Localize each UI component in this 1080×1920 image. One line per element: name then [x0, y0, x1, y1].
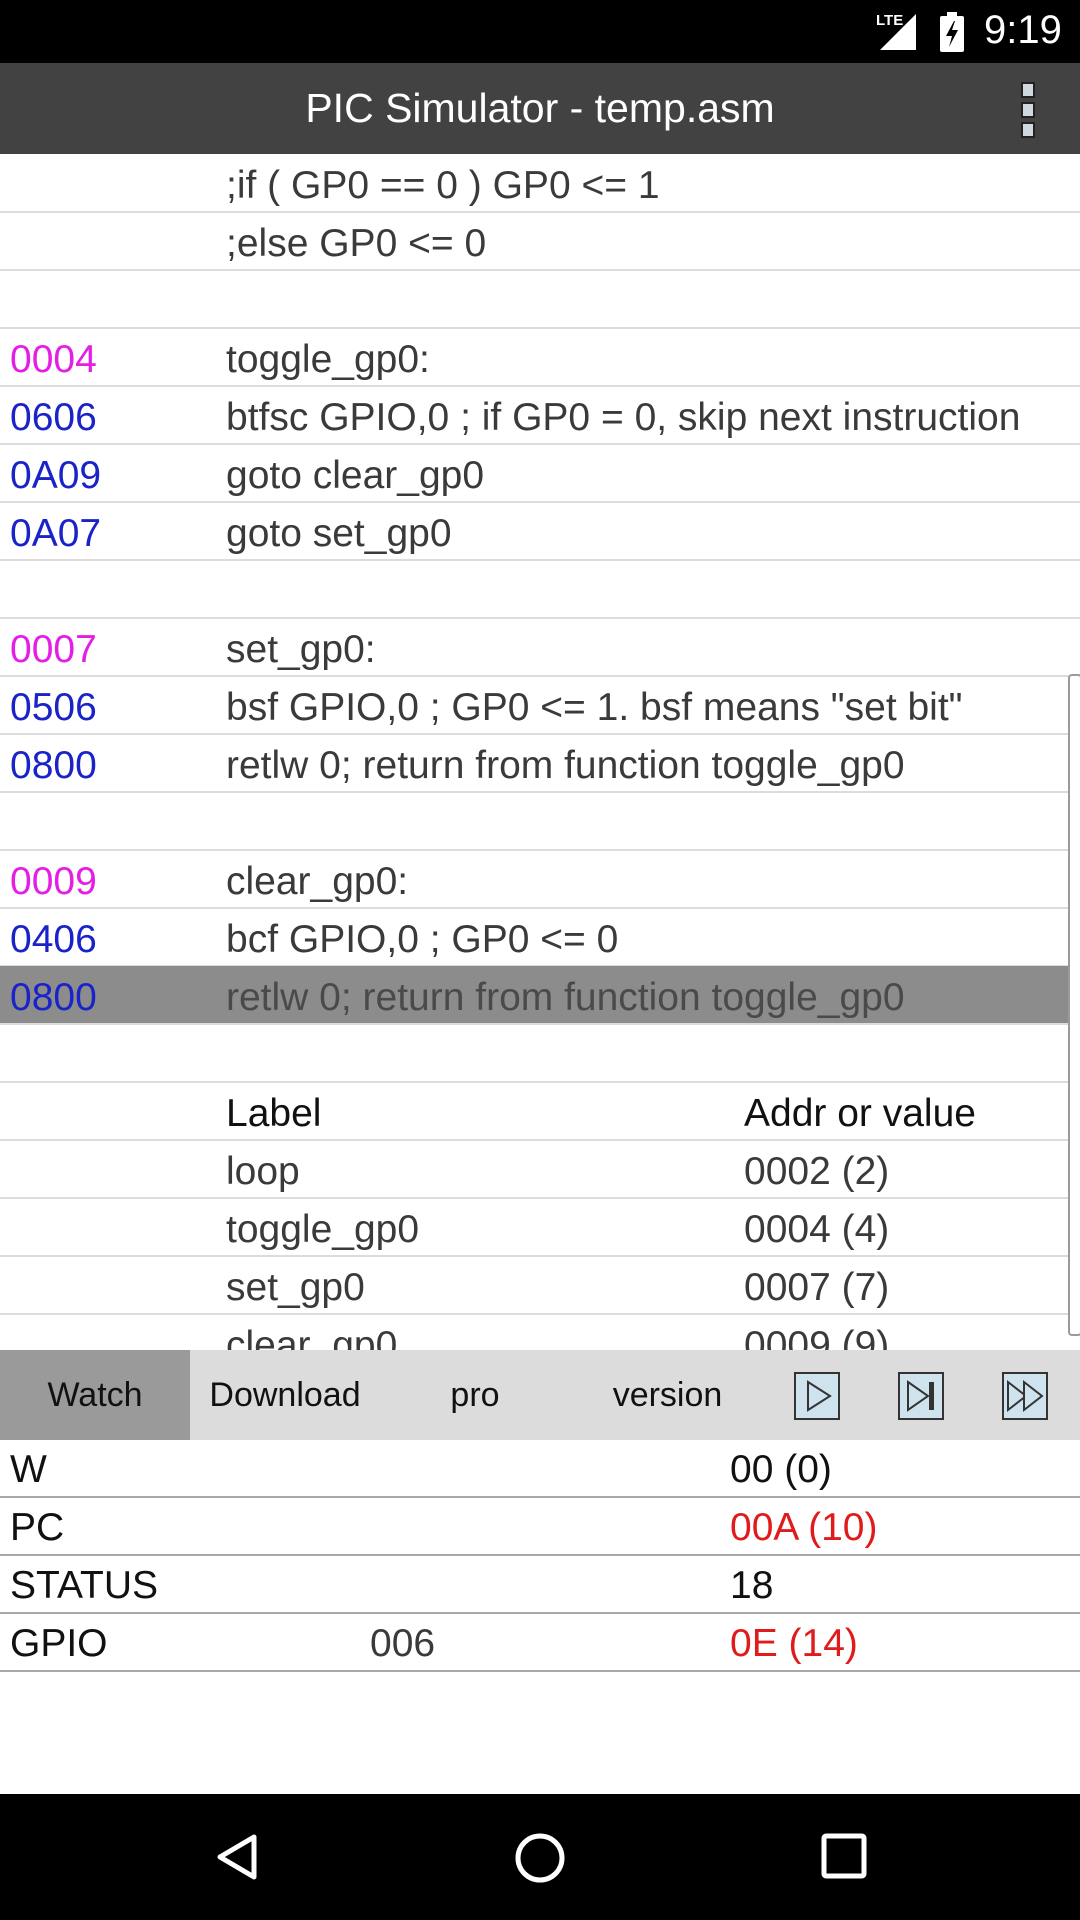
list-item[interactable]: 0A07 goto set_gp0 [0, 502, 1080, 561]
source-line: btfsc GPIO,0 ; if GP0 = 0, skip next ins… [226, 396, 1021, 439]
tab-download[interactable]: Download [190, 1350, 380, 1440]
symbol-value: 0002 (2) [744, 1150, 890, 1193]
watch-row-pc[interactable]: PC 00A (10) [0, 1498, 1080, 1556]
source-line: toggle_gp0: [226, 338, 430, 381]
address: 0A09 [10, 454, 102, 497]
source-line: bsf GPIO,0 ; GP0 <= 1. bsf means "set bi… [226, 686, 963, 729]
source-line: ;else GP0 <= 0 [226, 222, 487, 265]
table-row[interactable]: toggle_gp0 0004 (4) [0, 1198, 1080, 1257]
back-icon[interactable] [212, 1832, 262, 1882]
symbol-value: 0009 (9) [744, 1324, 890, 1350]
toolbar: Watch Download pro version [0, 1350, 1080, 1440]
list-item[interactable]: 0004 toggle_gp0: [0, 328, 1080, 387]
tab-version[interactable]: version [570, 1350, 765, 1440]
status-bar: LTE 9:19 [0, 0, 1080, 63]
fast-forward-icon[interactable] [1002, 1372, 1048, 1420]
address: 0800 [10, 744, 97, 787]
watch-panel: W 00 (0) PC 00A (10) STATUS 18 GPIO 006 … [0, 1440, 1080, 1672]
clock: 9:19 [984, 8, 1062, 52]
list-item[interactable] [0, 792, 1080, 851]
list-item[interactable] [0, 560, 1080, 619]
scrollbar[interactable] [1068, 674, 1080, 1336]
register-value: 00A (10) [730, 1506, 878, 1549]
source-line: retlw 0; return from function toggle_gp0 [226, 744, 905, 787]
address: 0800 [10, 976, 97, 1019]
list-item[interactable]: 0800 retlw 0; return from function toggl… [0, 734, 1080, 793]
source-line: retlw 0; return from function toggle_gp0 [226, 976, 905, 1019]
overflow-menu-icon[interactable] [1012, 81, 1044, 139]
register-name: GPIO [10, 1622, 108, 1665]
source-line: clear_gp0: [226, 860, 409, 903]
home-icon[interactable] [514, 1832, 566, 1884]
watch-row-gpio[interactable]: GPIO 006 0E (14) [0, 1614, 1080, 1672]
step-icon[interactable] [898, 1372, 944, 1420]
address: 0A07 [10, 512, 102, 555]
list-item[interactable] [0, 1024, 1080, 1083]
symbol-value: 0004 (4) [744, 1208, 890, 1251]
source-line: goto clear_gp0 [226, 454, 485, 497]
battery-charging-icon [940, 12, 964, 52]
register-extra: 006 [370, 1622, 436, 1665]
symbol-label: set_gp0 [226, 1266, 365, 1309]
table-row[interactable]: set_gp0 0007 (7) [0, 1256, 1080, 1315]
address: 0406 [10, 918, 97, 961]
list-item[interactable]: ;if ( GP0 == 0 ) GP0 <= 1 [0, 154, 1080, 213]
register-name: STATUS [10, 1564, 159, 1607]
column-header-value: Addr or value [744, 1092, 976, 1135]
source-line: ;if ( GP0 == 0 ) GP0 <= 1 [226, 164, 660, 207]
symbol-table-header: Label Addr or value [0, 1082, 1080, 1141]
watch-row-w[interactable]: W 00 (0) [0, 1440, 1080, 1498]
code-listing[interactable]: ;if ( GP0 == 0 ) GP0 <= 1 ;else GP0 <= 0… [0, 154, 1080, 1350]
recents-icon[interactable] [820, 1832, 868, 1880]
list-item[interactable]: 0009 clear_gp0: [0, 850, 1080, 909]
column-header-label: Label [226, 1092, 322, 1135]
address: 0004 [10, 338, 97, 381]
list-item[interactable]: ;else GP0 <= 0 [0, 212, 1080, 271]
address: 0009 [10, 860, 97, 903]
register-value: 00 (0) [730, 1448, 832, 1491]
tab-watch[interactable]: Watch [0, 1350, 190, 1440]
current-instruction-row[interactable]: 0800 retlw 0; return from function toggl… [0, 966, 1080, 1025]
table-row[interactable]: clear_gp0 0009 (9) [0, 1314, 1080, 1350]
watch-row-status[interactable]: STATUS 18 [0, 1556, 1080, 1614]
register-value: 18 [730, 1564, 774, 1607]
app-bar: PIC Simulator - temp.asm [0, 63, 1080, 154]
navigation-bar [0, 1794, 1080, 1920]
symbol-value: 0007 (7) [744, 1266, 890, 1309]
play-icon[interactable] [794, 1372, 840, 1420]
source-line: set_gp0: [226, 628, 376, 671]
symbol-label: clear_gp0 [226, 1324, 398, 1350]
list-item[interactable]: 0606 btfsc GPIO,0 ; if GP0 = 0, skip nex… [0, 386, 1080, 445]
source-line: goto set_gp0 [226, 512, 452, 555]
register-name: W [10, 1448, 47, 1491]
register-value: 0E (14) [730, 1622, 858, 1665]
list-item[interactable]: 0506 bsf GPIO,0 ; GP0 <= 1. bsf means "s… [0, 676, 1080, 735]
tab-pro[interactable]: pro [380, 1350, 570, 1440]
source-line: bcf GPIO,0 ; GP0 <= 0 [226, 918, 619, 961]
network-type: LTE [876, 12, 904, 29]
symbol-label: loop [226, 1150, 300, 1193]
register-name: PC [10, 1506, 65, 1549]
table-row[interactable]: loop 0002 (2) [0, 1140, 1080, 1199]
app-title: PIC Simulator - temp.asm [305, 85, 775, 131]
list-item[interactable]: 0406 bcf GPIO,0 ; GP0 <= 0 [0, 908, 1080, 967]
list-item[interactable] [0, 270, 1080, 329]
list-item[interactable]: 0A09 goto clear_gp0 [0, 444, 1080, 503]
address: 0606 [10, 396, 97, 439]
symbol-label: toggle_gp0 [226, 1208, 420, 1251]
address: 0506 [10, 686, 97, 729]
list-item[interactable]: 0007 set_gp0: [0, 618, 1080, 677]
address: 0007 [10, 628, 97, 671]
